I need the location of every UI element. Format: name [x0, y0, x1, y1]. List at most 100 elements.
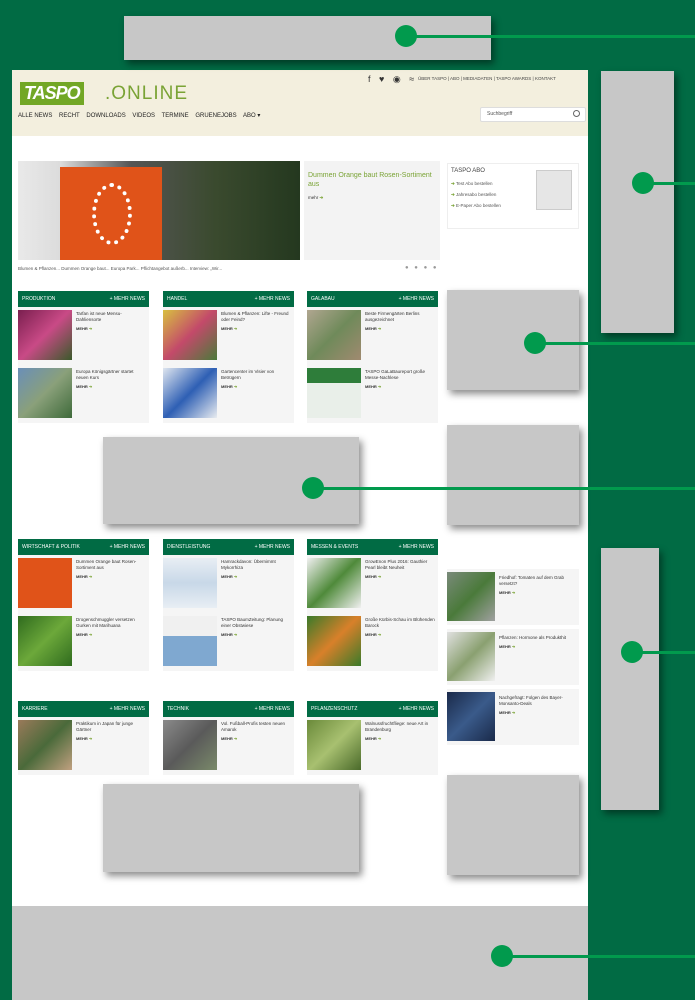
magazine-covers-image — [536, 170, 572, 210]
category-box-wirtschaft-politik: WIRTSCHAFT & POLITIK + MEHR NEWS Dummen O… — [18, 539, 149, 671]
nav-item-termine[interactable]: TERMINE — [162, 113, 189, 119]
callout-line — [535, 342, 695, 345]
more-link[interactable]: MEHR ➔ — [221, 632, 292, 638]
box-header[interactable]: PFLANZENSCHUTZ + MEHR NEWS — [307, 701, 438, 717]
category-box-pflanzenschutz: PFLANZENSCHUTZ + MEHR NEWS Walnussfruchtf… — [307, 701, 438, 775]
hero-image[interactable] — [18, 161, 300, 260]
side-news-item[interactable]: Friedhof: Tomaten auf dem Grab versetzt?… — [447, 569, 579, 625]
site-header: TASPO .ONLINE f ♥ ◉ ≈ ÜBER TASPO | ABO |… — [12, 70, 588, 136]
nav-item-downloads[interactable]: DOWNLOADS — [86, 113, 125, 119]
ad-slot-top-banner — [124, 16, 491, 60]
search-input[interactable]: Suchbegriff — [480, 107, 586, 122]
box-header[interactable]: HANDEL + MEHR NEWS — [163, 291, 294, 307]
more-link[interactable]: MEHR ➔ — [221, 326, 292, 332]
dummen-orange-sign — [60, 167, 162, 260]
news-thumbnail — [163, 720, 217, 770]
more-link[interactable]: MEHR ➔ — [365, 326, 436, 332]
more-link[interactable]: MEHR ➔ — [76, 632, 147, 638]
main-nav: ALLE NEWS RECHT DOWNLOADS VIDEOS TERMINE… — [18, 112, 265, 119]
more-link[interactable]: MEHR ➔ — [365, 384, 436, 390]
category-box-dienstleistung: DIENSTLEISTUNG + MEHR NEWS Hamrackdavon: … — [163, 539, 294, 671]
box-header[interactable]: DIENSTLEISTUNG + MEHR NEWS — [163, 539, 294, 555]
search-icon[interactable] — [573, 110, 580, 117]
news-item[interactable]: Praktikum in Japan für junge Gärtner MEHR… — [18, 717, 149, 775]
nav-item-recht[interactable]: RECHT — [59, 113, 80, 119]
box-header[interactable]: WIRTSCHAFT & POLITIK + MEHR NEWS — [18, 539, 149, 555]
callout-dot — [524, 332, 546, 354]
abo-box: TASPO ABO ➔ Test Abo bestellen ➔ Jahresa… — [447, 163, 579, 229]
more-link[interactable]: MEHR ➔ — [365, 574, 436, 580]
news-item[interactable]: Europa Königsgärtner startet neuen Kurs M… — [18, 365, 149, 423]
more-link[interactable]: MEHR ➔ — [76, 384, 147, 390]
ad-slot-content-2 — [103, 784, 359, 872]
callout-dot — [491, 945, 513, 967]
more-link[interactable]: MEHR ➔ — [221, 574, 292, 580]
category-box-handel: HANDEL + MEHR NEWS Blumen & Pflanzen: Lif… — [163, 291, 294, 423]
ad-slot-skyscraper-top — [601, 71, 674, 333]
news-item[interactable]: Beste Firmengärten Berlins ausgezeichnet… — [307, 307, 438, 365]
more-link[interactable]: MEHR ➔ — [365, 736, 436, 742]
more-link[interactable]: MEHR ➔ — [76, 736, 147, 742]
slider-dots[interactable]: ● ● ● ● — [405, 265, 439, 271]
callout-dot — [621, 641, 643, 663]
box-header[interactable]: GALABAU + MEHR NEWS — [307, 291, 438, 307]
more-link[interactable]: MEHR ➔ — [221, 384, 292, 390]
box-header[interactable]: PRODUKTION + MEHR NEWS — [18, 291, 149, 307]
news-thumbnail — [307, 616, 361, 666]
news-item[interactable]: Walnussfruchtfliege: neue Art in Branden… — [307, 717, 438, 775]
news-item[interactable]: TASPO GaLaBaureport große Messe-Nachlese… — [307, 365, 438, 423]
more-link[interactable]: MEHR ➔ — [499, 644, 577, 650]
news-thumbnail — [18, 558, 72, 608]
taspo-logo[interactable]: TASPO — [20, 82, 84, 105]
search-placeholder: Suchbegriff — [487, 111, 513, 117]
news-item[interactable]: Tarfan ist neue Mensu-Dahliensorte MEHR ➔ — [18, 307, 149, 365]
news-item[interactable]: Drogenschmuggler versetzen Gurken mit Ma… — [18, 613, 149, 671]
callout-line — [502, 955, 695, 958]
news-thumbnail — [307, 720, 361, 770]
news-item[interactable]: TASPO BaumZeitung: Planung einer Obstwie… — [163, 613, 294, 671]
more-link[interactable]: MEHR ➔ — [76, 326, 147, 332]
news-thumbnail — [447, 572, 495, 621]
news-thumbnail — [307, 310, 361, 360]
more-link[interactable]: MEHR ➔ — [365, 632, 436, 638]
category-box-karriere: KARRIERE + MEHR NEWS Praktikum in Japan f… — [18, 701, 149, 775]
news-item[interactable]: Blumen & Pflanzen: Lifte - Freund oder F… — [163, 307, 294, 365]
side-news-item[interactable]: Nachgefragt: Folgen des Bayer-Monsanto-D… — [447, 689, 579, 745]
news-item[interactable]: Große Kürbis-Schau im Blühenden Barock ME… — [307, 613, 438, 671]
more-link[interactable]: MEHR ➔ — [221, 736, 292, 742]
ad-slot-sidebar-1 — [447, 290, 579, 390]
more-link[interactable]: MEHR ➔ — [499, 590, 577, 596]
news-item[interactable]: Vol. Fußball-Profis testen neuen Amarok M… — [163, 717, 294, 775]
news-thumbnail — [163, 616, 217, 666]
nav-item-alle-news[interactable]: ALLE NEWS — [18, 113, 52, 119]
box-header[interactable]: MESSEN & EVENTS + MEHR NEWS — [307, 539, 438, 555]
news-thumbnail — [447, 692, 495, 741]
top-links[interactable]: ÜBER TASPO | ABO | MEDIADATEN | TASPO AW… — [418, 76, 556, 81]
hero-slide-captions[interactable]: Blumen & Pflanzen... Dummen Orange baut.… — [18, 266, 222, 271]
nav-item-gruenejobs[interactable]: GRUENEJOBS — [195, 113, 236, 119]
more-link[interactable]: MEHR ➔ — [76, 574, 147, 580]
category-box-technik: TECHNIK + MEHR NEWS Vol. Fußball-Profis t… — [163, 701, 294, 775]
hero-title[interactable]: Dummen Orange baut Rosen-Sortiment aus — [308, 171, 436, 189]
callout-dot — [302, 477, 324, 499]
news-thumbnail — [18, 310, 72, 360]
orange-logo-ring — [92, 183, 132, 245]
box-header[interactable]: KARRIERE + MEHR NEWS — [18, 701, 149, 717]
news-thumbnail — [163, 558, 217, 608]
news-thumbnail — [18, 368, 72, 418]
news-item[interactable]: Hamrackdavon: Übernimmt Mykorrhiza MEHR ➔ — [163, 555, 294, 613]
hero-more-link[interactable]: mehr ➔ — [308, 195, 436, 201]
nav-item-videos[interactable]: VIDEOS — [132, 113, 155, 119]
box-header[interactable]: TECHNIK + MEHR NEWS — [163, 701, 294, 717]
news-item[interactable]: Gartencenter im Visier von Betrügern MEHR… — [163, 365, 294, 423]
news-item[interactable]: Dummen Orange baut Rosen-Sortiment aus ME… — [18, 555, 149, 613]
social-icons[interactable]: f ♥ ◉ ≈ — [368, 74, 417, 85]
news-thumbnail — [18, 616, 72, 666]
nav-item-abo[interactable]: ABO ▾ — [243, 113, 260, 119]
more-link[interactable]: MEHR ➔ — [499, 710, 577, 716]
ad-placement-overview: TASPO .ONLINE f ♥ ◉ ≈ ÜBER TASPO | ABO |… — [0, 0, 695, 1000]
side-news-item[interactable]: Pflanzen: Hormone als Produkthit MEHR ➔ — [447, 629, 579, 685]
ad-slot-skyscraper-bottom — [601, 548, 659, 810]
hero-teaser[interactable]: Dummen Orange baut Rosen-Sortiment aus m… — [304, 161, 440, 260]
news-item[interactable]: GrowEnon Plus 2016: Gauthier Pearl bleib… — [307, 555, 438, 613]
